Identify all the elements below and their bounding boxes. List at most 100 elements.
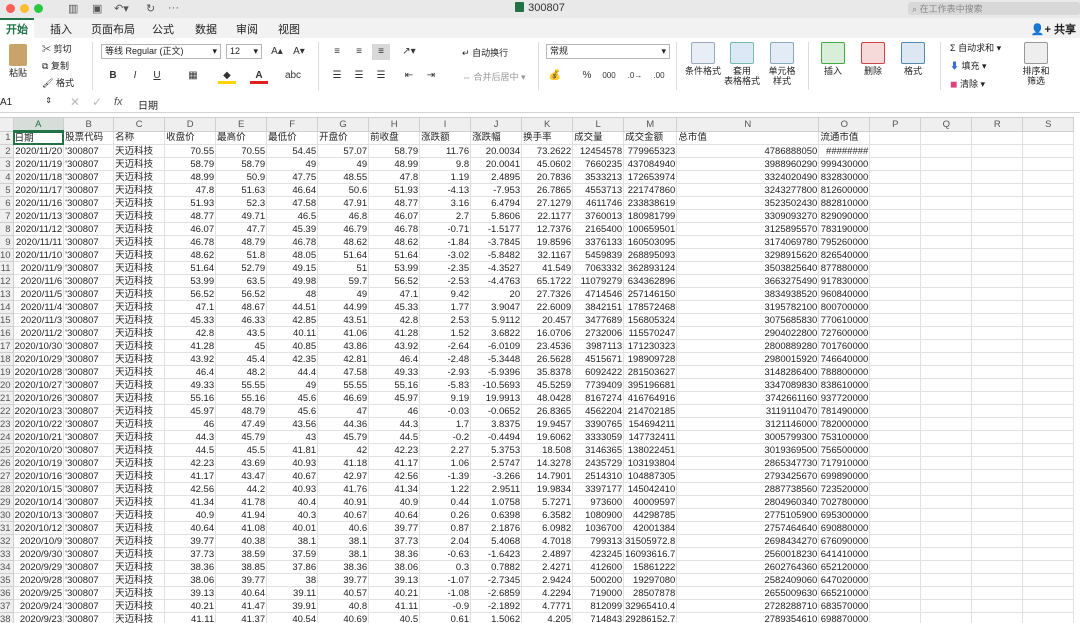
cell[interactable]: 147732411 — [623, 430, 678, 444]
cell[interactable]: 29286152.7 — [623, 612, 678, 623]
cell[interactable] — [920, 560, 973, 574]
cell[interactable] — [1022, 612, 1075, 623]
row-header[interactable]: 13 — [0, 287, 14, 301]
cell[interactable]: 22.6009 — [521, 300, 574, 314]
autosum-button[interactable]: Σ 自动求和 ▾ — [950, 41, 1001, 54]
cell[interactable]: 19.8596 — [521, 235, 574, 249]
header-cell[interactable]: 涨跌额 — [419, 130, 472, 145]
cell[interactable]: '300807 — [63, 508, 115, 522]
header-cell[interactable]: 涨跌幅 — [470, 130, 523, 145]
row-header[interactable]: 8 — [0, 222, 14, 236]
cell[interactable] — [1022, 209, 1075, 223]
row-header[interactable]: 25 — [0, 443, 14, 457]
cell[interactable]: 2020/10/19 — [12, 456, 65, 470]
cell[interactable]: 42.35 — [266, 352, 319, 366]
cell[interactable]: 天迈科技 — [113, 209, 166, 223]
increase-indent-icon[interactable]: ⇥ — [422, 68, 440, 84]
cell[interactable]: 695300000 — [818, 508, 871, 522]
cell[interactable]: 48.77 — [164, 209, 217, 223]
cell[interactable]: 40.3 — [266, 508, 319, 522]
cell[interactable]: -7.953 — [470, 183, 523, 197]
cell[interactable]: 7660235 — [572, 157, 625, 171]
cell[interactable] — [1022, 417, 1075, 431]
cell[interactable]: -6.0109 — [470, 339, 523, 353]
cell[interactable] — [869, 235, 922, 249]
cell[interactable]: 717910000 — [818, 456, 871, 470]
cell[interactable]: 46.78 — [266, 235, 319, 249]
cell[interactable]: 39.91 — [266, 599, 319, 613]
cell[interactable]: 48.79 — [215, 404, 268, 418]
cell[interactable]: 1036700 — [572, 521, 625, 535]
cell[interactable]: 49 — [266, 378, 319, 392]
cell[interactable]: 6092422 — [572, 365, 625, 379]
cell[interactable] — [869, 196, 922, 210]
cell[interactable]: '300807 — [63, 586, 115, 600]
cell[interactable] — [920, 326, 973, 340]
cell[interactable]: 38.1 — [266, 534, 319, 548]
row-header[interactable]: 14 — [0, 300, 14, 314]
cell[interactable]: 2020/10/26 — [12, 391, 65, 405]
cell[interactable]: 2.5747 — [470, 456, 523, 470]
cell[interactable]: 3347089830 — [676, 378, 820, 392]
column-header[interactable]: N — [676, 117, 820, 132]
cell[interactable] — [1022, 495, 1075, 509]
align-middle-icon[interactable]: ≡ — [350, 44, 368, 60]
cell[interactable]: 39.13 — [164, 586, 217, 600]
cell[interactable]: 2865347730 — [676, 456, 820, 470]
cell[interactable]: 40009597 — [623, 495, 678, 509]
cell[interactable] — [971, 365, 1024, 379]
cell[interactable]: 4.2294 — [521, 586, 574, 600]
cell[interactable]: 0.87 — [419, 521, 472, 535]
comma-icon[interactable]: 000 — [600, 68, 618, 84]
cell[interactable]: 3019369500 — [676, 443, 820, 457]
cell[interactable]: 42.8 — [368, 313, 421, 327]
cell[interactable]: 天迈科技 — [113, 599, 166, 613]
cell[interactable]: 46.64 — [266, 183, 319, 197]
column-header[interactable]: O — [818, 117, 871, 132]
column-header[interactable]: I — [419, 117, 472, 132]
cell[interactable]: 877880000 — [818, 261, 871, 275]
cell[interactable]: 40.21 — [368, 586, 421, 600]
cell[interactable]: 4786888050 — [676, 144, 820, 158]
cell[interactable]: 3477689 — [572, 313, 625, 327]
cell[interactable]: 40.9 — [368, 495, 421, 509]
format-painter-button[interactable]: 🖌 格式 — [42, 76, 74, 89]
cell[interactable]: 41.28 — [164, 339, 217, 353]
cell[interactable]: 41.94 — [215, 508, 268, 522]
cell[interactable]: '300807 — [63, 157, 115, 171]
cell[interactable]: 37.73 — [368, 534, 421, 548]
cell[interactable]: -10.5693 — [470, 378, 523, 392]
align-right-icon[interactable]: ☰ — [372, 68, 390, 84]
cell[interactable]: 0.44 — [419, 495, 472, 509]
cell[interactable]: -0.2 — [419, 430, 472, 444]
cell[interactable]: '300807 — [63, 235, 115, 249]
cell[interactable]: 788800000 — [818, 365, 871, 379]
cell[interactable] — [920, 274, 973, 288]
cell[interactable] — [1022, 222, 1075, 236]
function-icon[interactable]: fx — [114, 96, 123, 108]
cell[interactable]: 3125895570 — [676, 222, 820, 236]
column-header[interactable]: M — [623, 117, 678, 132]
cell[interactable]: 0.6398 — [470, 508, 523, 522]
cell[interactable]: 42.23 — [368, 443, 421, 457]
row-header[interactable]: 20 — [0, 378, 14, 392]
cell[interactable] — [920, 547, 973, 561]
cell[interactable] — [1022, 469, 1075, 483]
increase-decimal-icon[interactable]: .0→ — [626, 68, 644, 84]
cell[interactable] — [971, 573, 1024, 587]
cell[interactable]: 48.62 — [317, 235, 370, 249]
bold-icon[interactable]: B — [104, 68, 122, 84]
cell[interactable]: '300807 — [63, 482, 115, 496]
cell[interactable] — [920, 469, 973, 483]
cell[interactable]: 2020/11/5 — [12, 287, 65, 301]
cell[interactable]: 104887305 — [623, 469, 678, 483]
cell[interactable]: 53.99 — [368, 261, 421, 275]
cell[interactable] — [1022, 326, 1075, 340]
cell[interactable]: -1.07 — [419, 573, 472, 587]
cell[interactable]: 天迈科技 — [113, 521, 166, 535]
cell[interactable]: '300807 — [63, 560, 115, 574]
cell[interactable]: -2.7345 — [470, 573, 523, 587]
cell[interactable]: 56.52 — [164, 287, 217, 301]
cell[interactable]: 44.99 — [317, 300, 370, 314]
cell[interactable] — [920, 300, 973, 314]
